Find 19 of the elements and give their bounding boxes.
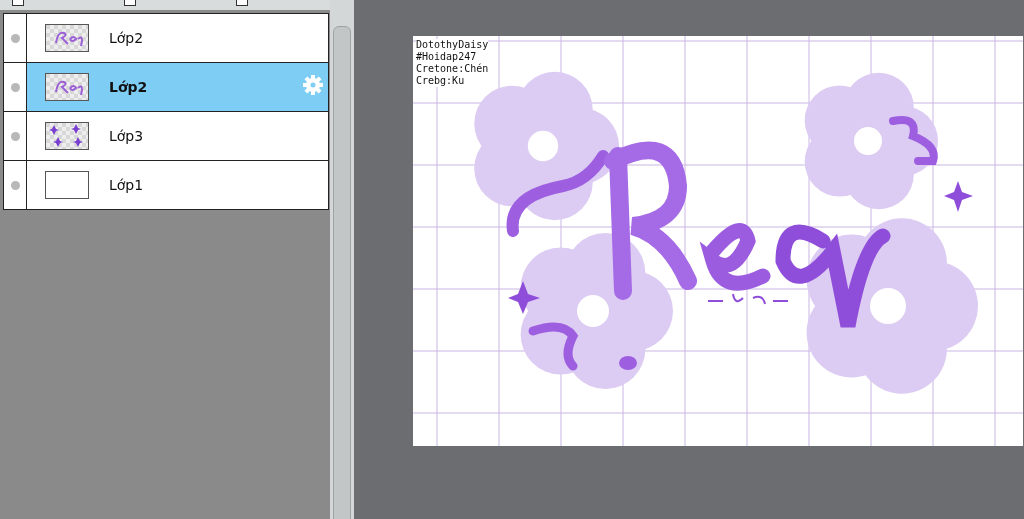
layer-thumbnail: [45, 73, 89, 101]
credit-line: Cretone:Chén: [416, 63, 489, 75]
layer-thumbnail: [45, 171, 89, 199]
visibility-dot[interactable]: [10, 131, 20, 141]
visibility-dot[interactable]: [10, 180, 20, 190]
layer-name: Lớp2: [109, 79, 149, 95]
layer-name: Lớp1: [109, 177, 145, 193]
layer-thumbnail: [45, 24, 89, 52]
layer-name: Lớp3: [109, 128, 145, 144]
layer-row[interactable]: Lớp1: [4, 161, 328, 209]
credit-line: Crebg:Ku: [416, 75, 466, 87]
layer-thumbnail: [45, 122, 89, 150]
scrollbar-thumb[interactable]: [333, 26, 351, 519]
layer-row[interactable]: Lớp3: [4, 112, 328, 161]
visibility-dot[interactable]: [10, 82, 20, 92]
credit-line: DotothyDaisy: [416, 39, 489, 51]
visibility-dot[interactable]: [10, 33, 20, 43]
layer-name: Lớp2: [109, 30, 145, 46]
credit-line: #Hoidap247: [416, 51, 478, 63]
